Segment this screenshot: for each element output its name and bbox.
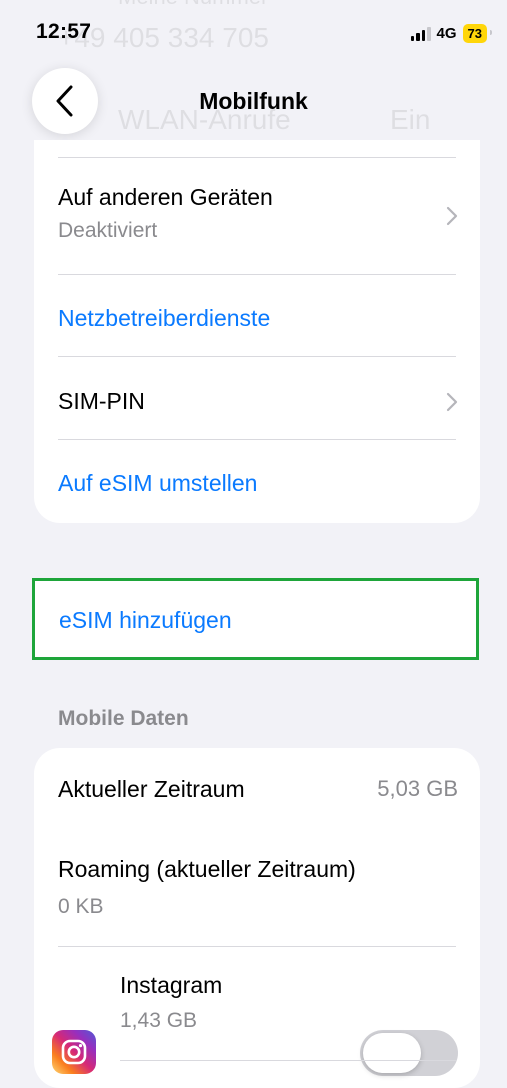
- roaming-row: Roaming (aktueller Zeitraum) 0 KB: [58, 856, 458, 936]
- other-devices-row[interactable]: Auf anderen Geräten Deaktiviert: [58, 184, 458, 264]
- other-devices-value: Deaktiviert: [58, 219, 158, 242]
- divider: [58, 439, 456, 440]
- divider: [58, 946, 456, 947]
- current-period-row: Aktueller Zeitraum 5,03 GB: [58, 776, 458, 806]
- sim-pin-row[interactable]: SIM-PIN: [58, 388, 458, 418]
- instagram-icon: [52, 1030, 96, 1074]
- divider: [58, 274, 456, 275]
- camera-icon: [61, 1039, 87, 1065]
- status-time: 12:57: [36, 20, 92, 43]
- battery-icon: 73: [462, 24, 493, 43]
- instagram-data-toggle[interactable]: [360, 1030, 458, 1076]
- roaming-value: 0 KB: [58, 895, 104, 918]
- divider: [120, 1060, 456, 1061]
- app-usage: 1,43 GB: [120, 1009, 198, 1032]
- other-devices-label: Auf anderen Geräten: [58, 184, 273, 210]
- chevron-right-icon: [446, 206, 458, 226]
- mobile-data-card: Aktueller Zeitraum 5,03 GB Roaming (aktu…: [34, 748, 480, 1088]
- app-name: Instagram: [120, 972, 223, 998]
- status-indicators: 4G 73: [410, 24, 493, 43]
- current-period-value: 5,03 GB: [377, 776, 458, 801]
- mobile-data-header: Mobile Daten: [58, 707, 189, 730]
- divider: [58, 157, 456, 158]
- status-bar: 12:57 4G 73: [0, 0, 507, 60]
- app-row-instagram: Instagram 1,43 GB: [120, 972, 222, 1033]
- carrier-services-link[interactable]: Netzbetreiberdienste: [58, 305, 458, 332]
- page-title: Mobilfunk: [199, 88, 308, 114]
- sim-pin-label: SIM-PIN: [58, 388, 145, 414]
- add-esim-button[interactable]: eSIM hinzufügen: [32, 578, 479, 660]
- divider: [58, 356, 456, 357]
- network-type: 4G: [436, 25, 457, 42]
- settings-card: Auf anderen Geräten Deaktiviert Netzbetr…: [34, 140, 480, 523]
- chevron-right-icon: [446, 392, 458, 412]
- switch-to-esim-link[interactable]: Auf eSIM umstellen: [58, 470, 458, 497]
- toggle-knob: [363, 1033, 421, 1073]
- add-esim-label: eSIM hinzufügen: [59, 607, 232, 633]
- roaming-label: Roaming (aktueller Zeitraum): [58, 856, 356, 882]
- signal-icon: [410, 26, 431, 41]
